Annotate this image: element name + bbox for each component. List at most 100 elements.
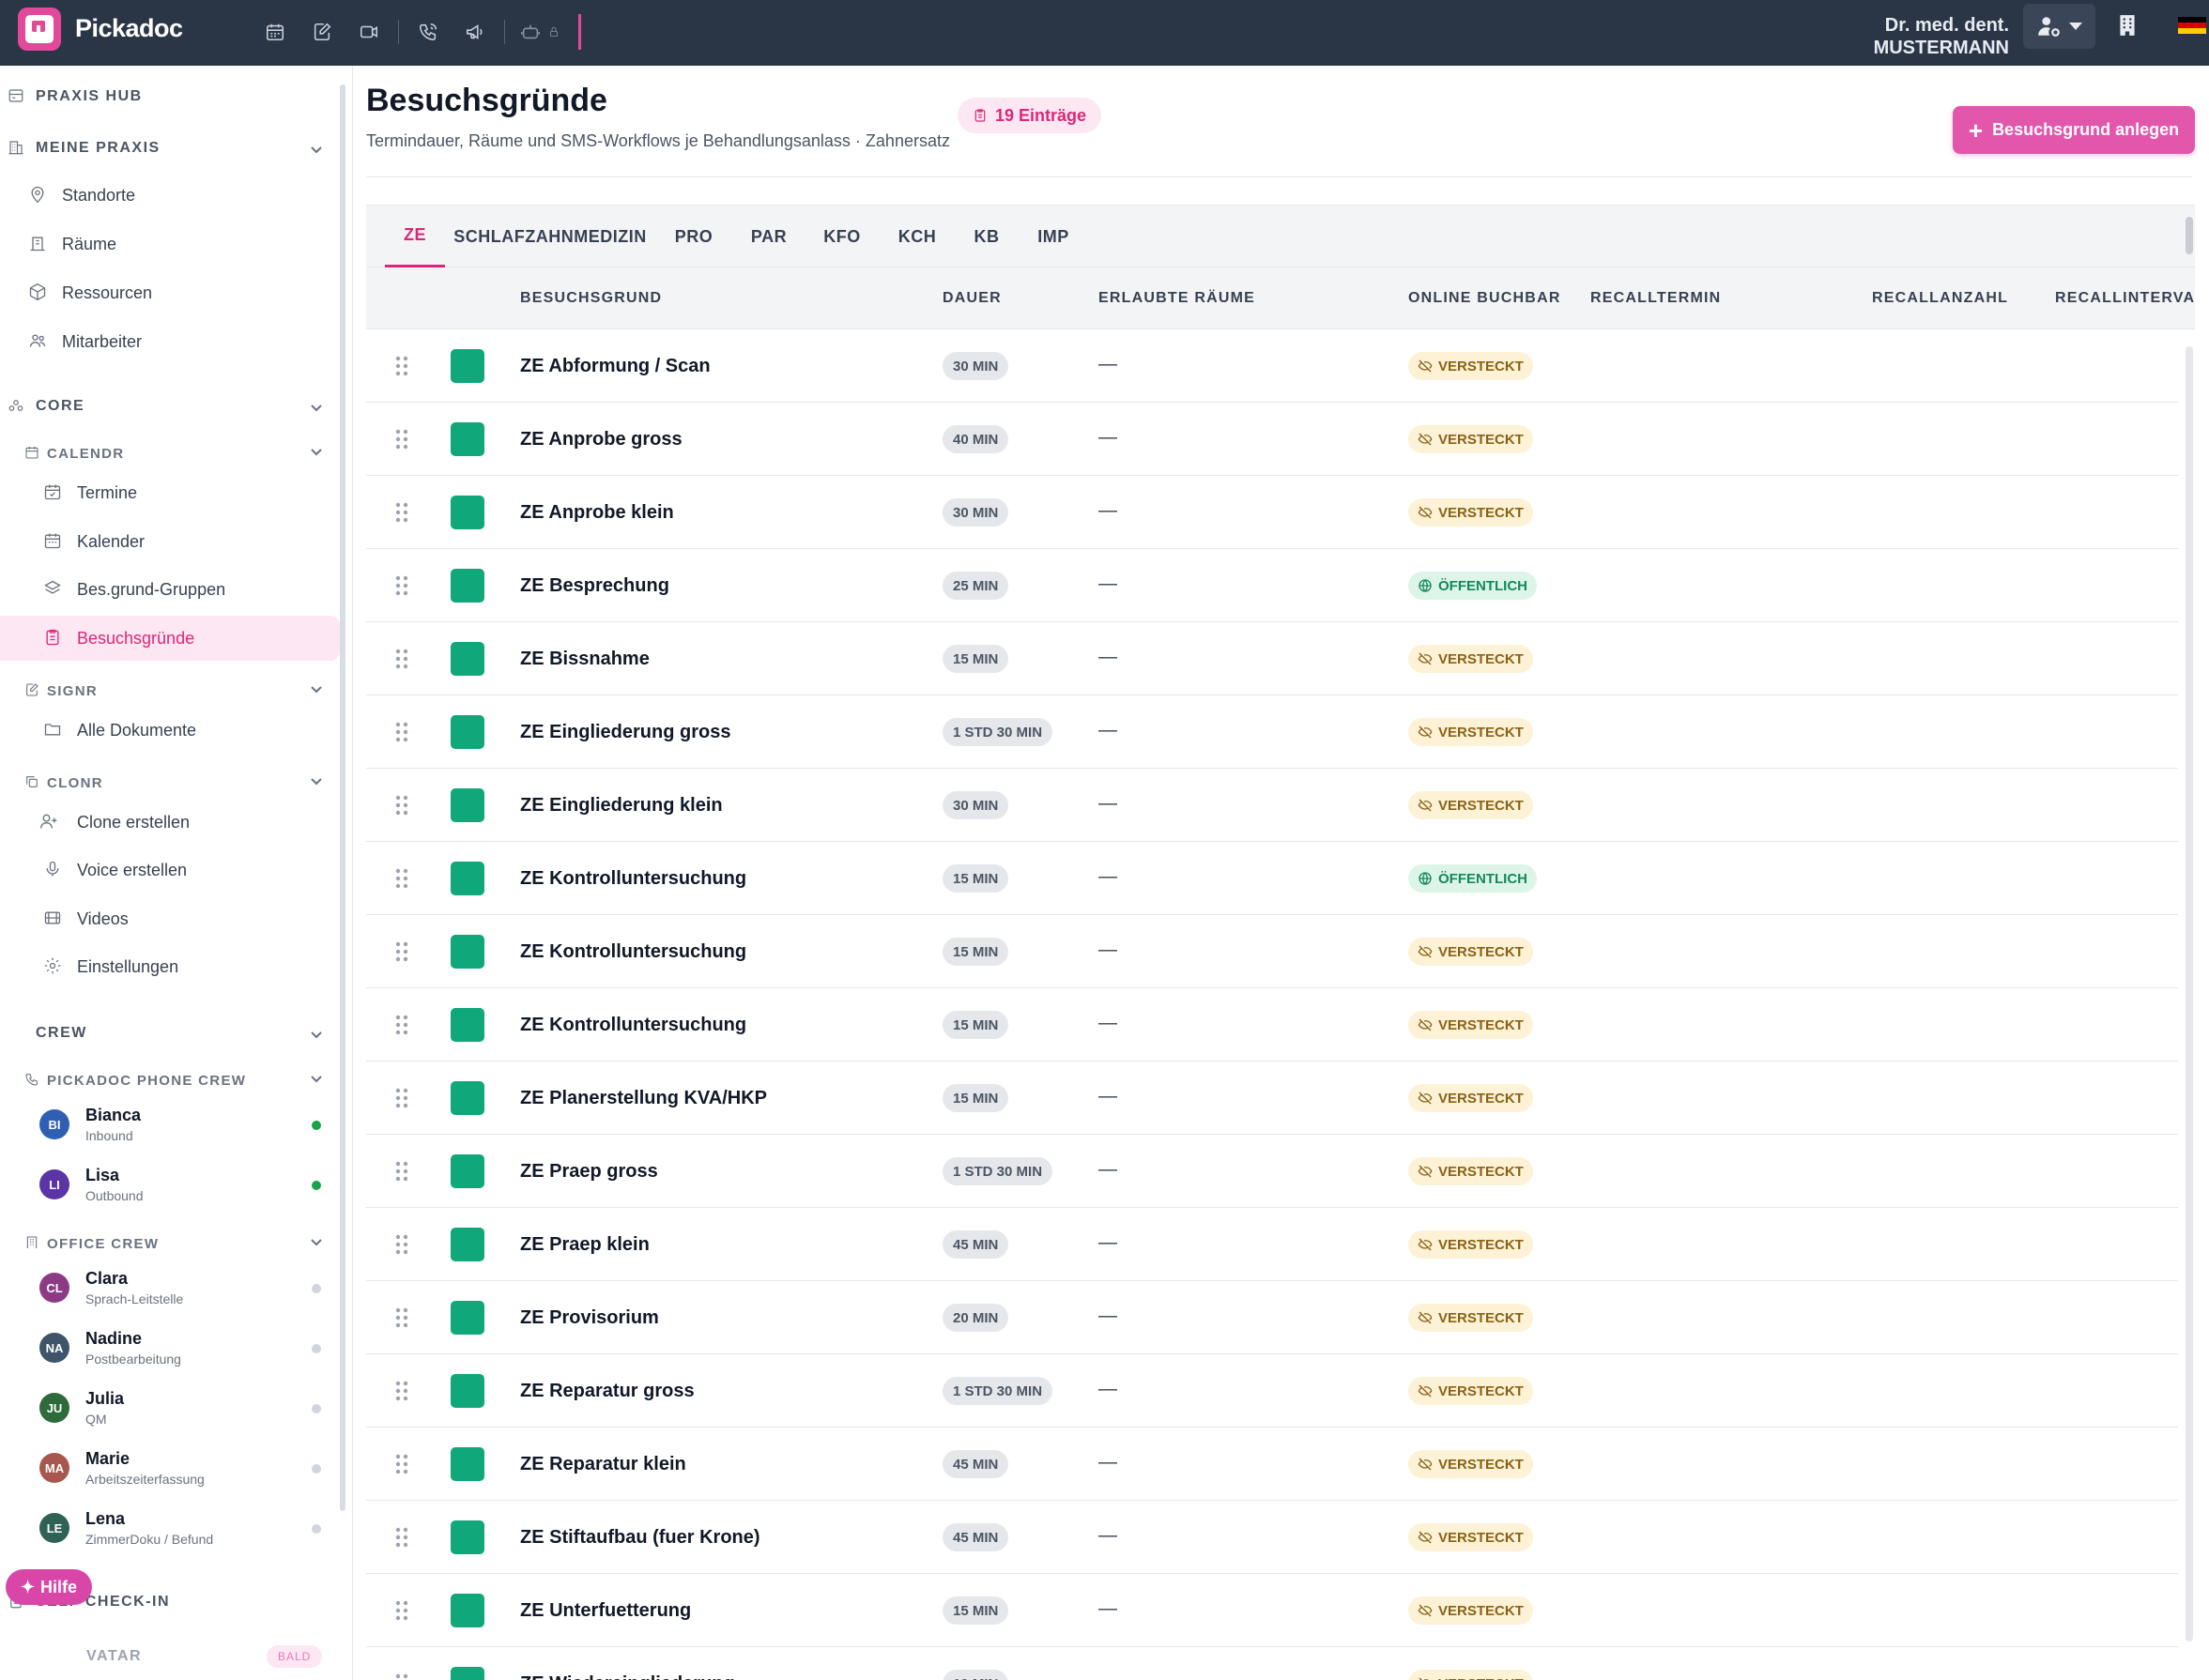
sidebar-item-videos[interactable]: Videos xyxy=(0,896,340,941)
brand-name[interactable]: Pickadoc xyxy=(75,14,183,43)
building-icon[interactable] xyxy=(2115,13,2140,38)
sidebar-item-voice-erstellen[interactable]: Voice erstellen xyxy=(0,848,340,893)
drag-handle-icon[interactable] xyxy=(394,794,409,817)
besuchsgrund-name[interactable]: ZE Stiftaufbau (fuer Krone) xyxy=(520,1527,760,1549)
crew-member[interactable]: BI Bianca Inbound xyxy=(0,1098,329,1154)
drag-handle-icon[interactable] xyxy=(394,501,409,524)
color-swatch[interactable] xyxy=(451,1154,484,1188)
color-swatch[interactable] xyxy=(451,569,484,603)
crew-member[interactable]: MA Marie Arbeitszeiterfassung xyxy=(0,1442,329,1498)
calendar-icon[interactable] xyxy=(252,13,299,51)
col-recalltermin[interactable]: RECALLTERMIN xyxy=(1590,267,1721,329)
group-calendr[interactable]: CALENDR xyxy=(0,440,329,466)
color-swatch[interactable] xyxy=(451,715,484,749)
drag-handle-icon[interactable] xyxy=(394,648,409,670)
phone-ai-icon[interactable] xyxy=(405,13,452,51)
color-swatch[interactable] xyxy=(451,349,484,383)
table-row[interactable]: ZE Planerstellung KVA/HKP 15 MIN — VERSTECK… xyxy=(366,1061,2178,1135)
col-dauer[interactable]: DAUER xyxy=(943,267,1002,329)
col-erlaubte-raeume[interactable]: ERLAUBTE RÄUME xyxy=(1098,267,1255,329)
sidebar-item-clone-erstellen[interactable]: Clone erstellen xyxy=(0,800,340,845)
table-row[interactable]: ZE Kontrolluntersuchung 15 MIN — ÖFFENTLICH xyxy=(366,842,2178,915)
group-clonr[interactable]: CLONR xyxy=(0,770,329,796)
color-swatch[interactable] xyxy=(451,1667,484,1680)
group-phone-crew[interactable]: PICKADOC PHONE CREW xyxy=(0,1067,329,1093)
section-praxis-hub[interactable]: PRAXIS HUB xyxy=(0,83,329,111)
color-swatch[interactable] xyxy=(451,1594,484,1627)
video-icon[interactable] xyxy=(345,13,392,51)
besuchsgrund-name[interactable]: ZE Besprechung xyxy=(520,575,669,597)
sidebar-item-termine[interactable]: Termine xyxy=(0,470,340,515)
sidebar-item-kalender[interactable]: Kalender xyxy=(0,519,340,564)
online-visibility-badge[interactable]: VERSTECKT xyxy=(1408,1011,1533,1039)
sidebar-item-ressourcen[interactable]: Ressourcen xyxy=(0,270,340,315)
besuchsgrund-name[interactable]: ZE Eingliederung klein xyxy=(520,795,723,817)
chevron-down-icon[interactable] xyxy=(310,445,323,463)
col-online-buchbar[interactable]: ONLINE BUCHBAR xyxy=(1408,267,1561,329)
crew-member[interactable]: CL Clara Sprach-Leitstelle xyxy=(0,1261,329,1318)
online-visibility-badge[interactable]: ÖFFENTLICH xyxy=(1408,572,1537,600)
sidebar-item-standorte[interactable]: Standorte xyxy=(0,173,340,218)
drag-handle-icon[interactable] xyxy=(394,574,409,597)
table-row[interactable]: ZE Wiedereingliederung 10 MIN — VERSTECKT xyxy=(366,1647,2178,1680)
besuchsgrund-name[interactable]: ZE Anprobe klein xyxy=(520,502,674,524)
sidebar-item-raeume[interactable]: Räume xyxy=(0,221,340,267)
color-swatch[interactable] xyxy=(451,496,484,529)
color-swatch[interactable] xyxy=(451,422,484,456)
crew-member[interactable]: NA Nadine Postbearbeitung xyxy=(0,1321,329,1378)
online-visibility-badge[interactable]: ÖFFENTLICH xyxy=(1408,864,1537,893)
table-row[interactable]: ZE Provisorium 20 MIN — VERSTECKT xyxy=(366,1281,2178,1354)
drag-handle-icon[interactable] xyxy=(394,1087,409,1109)
besuchsgrund-name[interactable]: ZE Bissnahme xyxy=(520,649,650,670)
drag-handle-icon[interactable] xyxy=(394,867,409,890)
tab-schlafzahnmedizin[interactable]: SCHLAFZAHNMEDIZIN xyxy=(453,206,646,267)
online-visibility-badge[interactable]: VERSTECKT xyxy=(1408,718,1533,746)
sidebar-item-besuchsgruende[interactable]: Besuchsgründe xyxy=(0,616,340,661)
sidebar-scrollbar[interactable] xyxy=(340,84,345,1511)
online-visibility-badge[interactable]: VERSTECKT xyxy=(1408,1157,1533,1185)
section-crew[interactable]: CREW xyxy=(0,1019,329,1047)
color-swatch[interactable] xyxy=(451,1447,484,1481)
chevron-down-icon[interactable] xyxy=(310,1072,323,1090)
table-row[interactable]: ZE Anprobe klein 30 MIN — VERSTECKT xyxy=(366,476,2178,549)
tabs-scrollbar[interactable] xyxy=(2186,217,2193,254)
table-scrollbar[interactable] xyxy=(2186,346,2193,1642)
drag-handle-icon[interactable] xyxy=(394,1380,409,1402)
crew-member[interactable]: JU Julia QM xyxy=(0,1382,329,1438)
drag-handle-icon[interactable] xyxy=(394,1160,409,1183)
besuchsgrund-name[interactable]: ZE Praep klein xyxy=(520,1234,650,1256)
color-swatch[interactable] xyxy=(451,1228,484,1261)
table-row[interactable]: ZE Kontrolluntersuchung 15 MIN — VERSTECKT xyxy=(366,915,2178,988)
tab-kfo[interactable]: KFO xyxy=(813,206,871,267)
table-row[interactable]: ZE Praep klein 45 MIN — VERSTECKT xyxy=(366,1208,2178,1281)
section-core[interactable]: CORE xyxy=(0,392,329,420)
color-swatch[interactable] xyxy=(451,788,484,822)
besuchsgrund-name[interactable]: ZE Provisorium xyxy=(520,1307,659,1329)
sidebar-item-einstellungen[interactable]: Einstellungen xyxy=(0,944,340,989)
online-visibility-badge[interactable]: VERSTECKT xyxy=(1408,1304,1533,1332)
online-visibility-badge[interactable]: VERSTECKT xyxy=(1408,645,1533,673)
online-visibility-badge[interactable]: VERSTECKT xyxy=(1408,1084,1533,1112)
online-visibility-badge[interactable]: VERSTECKT xyxy=(1408,1596,1533,1625)
crew-member[interactable]: LE Lena ZimmerDoku / Befund xyxy=(0,1502,329,1558)
chevron-down-icon[interactable] xyxy=(310,143,322,154)
color-swatch[interactable] xyxy=(451,1301,484,1335)
tab-kb[interactable]: KB xyxy=(963,206,1010,267)
help-button[interactable]: ✦ Hilfe xyxy=(6,1569,92,1605)
besuchsgrund-name[interactable]: ZE Wiedereingliederung xyxy=(520,1673,735,1680)
drag-handle-icon[interactable] xyxy=(394,1233,409,1256)
table-row[interactable]: ZE Reparatur klein 45 MIN — VERSTECKT xyxy=(366,1428,2178,1501)
tab-kch[interactable]: KCH xyxy=(888,206,946,267)
drag-handle-icon[interactable] xyxy=(394,1526,409,1549)
online-visibility-badge[interactable]: VERSTECKT xyxy=(1408,1523,1533,1551)
besuchsgrund-name[interactable]: ZE Unterfuetterung xyxy=(520,1600,691,1622)
group-signr[interactable]: SIGNR xyxy=(0,678,329,704)
online-visibility-badge[interactable]: VERSTECKT xyxy=(1408,498,1533,527)
online-visibility-badge[interactable]: VERSTECKT xyxy=(1408,1230,1533,1259)
table-row[interactable]: ZE Kontrolluntersuchung 15 MIN — VERSTECKT xyxy=(366,988,2178,1061)
sidebar-item-besgrund-gruppen[interactable]: Bes.grund-Gruppen xyxy=(0,567,340,612)
group-office-crew[interactable]: OFFICE CREW xyxy=(0,1230,329,1257)
color-swatch[interactable] xyxy=(451,1081,484,1115)
color-swatch[interactable] xyxy=(451,642,484,676)
document-sign-icon[interactable] xyxy=(299,13,345,51)
